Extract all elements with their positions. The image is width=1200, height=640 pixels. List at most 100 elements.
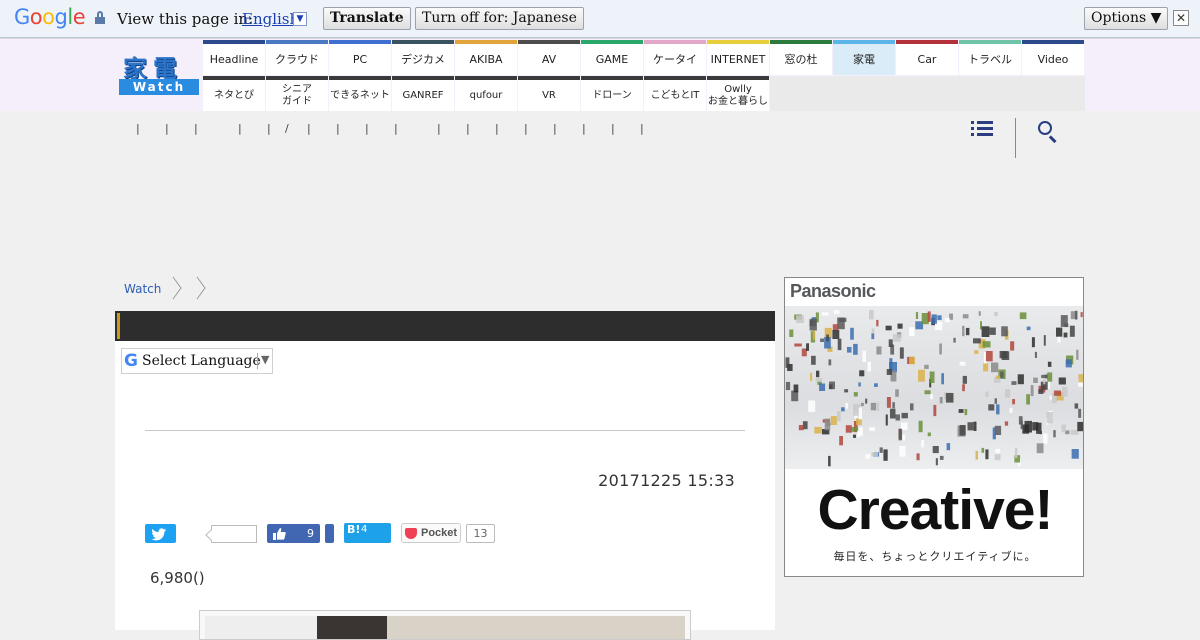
nav-item[interactable]: ケータイ [644,40,706,75]
nav-item[interactable]: できるネット [329,76,391,111]
ad-photo-detail [861,402,864,407]
ad-photo-detail [946,443,951,451]
ad-photo-detail [1038,389,1044,394]
ad-photo-detail [1017,374,1024,385]
twitter-button[interactable] [145,524,176,543]
ad-photo-detail [847,346,852,353]
ad-photo-detail [850,327,854,340]
nav-item[interactable]: AV [518,40,580,75]
ad-photo-detail [973,338,981,344]
menu-icon[interactable] [971,120,993,138]
ad-photo-detail [890,408,896,419]
ad-photo-detail [858,407,862,420]
ad-photo-detail [982,341,991,348]
ad-photo-detail [994,398,997,404]
nav-item[interactable]: GANREF [392,76,454,111]
ad-photo-detail [1065,359,1072,368]
nav-item[interactable]: PC [329,40,391,75]
nav-item[interactable]: Owlly お金と暮らし [707,76,769,111]
ad-photo-detail [828,455,831,467]
ad-photo-detail [999,351,1008,359]
ad-photo-detail [930,394,933,400]
breadcrumb-home[interactable]: Watch [124,282,161,296]
ad-photo-detail [994,312,998,317]
ad-photo-detail [924,364,929,369]
ad-photo-detail [845,425,852,433]
ad-photo-detail [826,422,831,426]
ad-photo-detail [909,327,915,336]
translate-button[interactable]: Translate [323,7,411,30]
nav-item[interactable]: INTERNET [707,40,769,75]
translate-prompt: View this page in: [117,10,254,28]
nav-item[interactable]: ドローン [581,76,643,111]
ad-photo-detail [1005,389,1011,398]
turn-off-button[interactable]: Turn off for: Japanese [415,7,584,30]
pocket-label: Pocket [421,527,458,539]
facebook-like-button[interactable]: 9 [267,524,320,543]
nav-item[interactable]: VR [518,76,580,111]
ad-photo-detail [895,389,899,397]
nav-item[interactable]: 家電 [833,40,895,75]
language-link[interactable]: English [242,10,299,28]
ad-photo-detail [808,400,816,413]
sub-nav-separator: | [466,122,470,135]
lock-icon [95,11,105,24]
article-photo[interactable] [199,610,691,640]
header-divider [1015,118,1016,158]
ad-photo-detail [853,392,858,397]
ad-photo-detail [992,427,996,440]
site-logo[interactable]: 家電 Watch [119,52,199,95]
ad-photo-detail [885,325,892,331]
google-logo: Google [14,5,86,29]
facebook-share-button[interactable] [325,524,334,543]
ad-photo-detail [994,454,1001,461]
nav-item[interactable]: AKIBA [455,40,517,75]
ad-photo-detail [1041,374,1046,378]
pocket-button[interactable]: Pocket [401,523,461,543]
nav-item[interactable]: こどもとIT [644,76,706,111]
nav-item[interactable]: Headline [203,40,265,75]
ad-photo-detail [793,384,799,393]
select-language-dropdown[interactable]: G Select Language ▼ [121,348,273,374]
nav-item[interactable]: Car [896,40,958,75]
search-icon[interactable] [1038,121,1058,143]
ad-photo-detail [876,346,882,355]
nav-item[interactable]: 窓の杜 [770,40,832,75]
nav-item[interactable]: デジカメ [392,40,454,75]
hatena-count: 4 [361,524,368,535]
close-icon[interactable]: ✕ [1173,10,1189,26]
ad-photo-detail [865,454,871,459]
nav-item[interactable]: Video [1022,40,1084,75]
site-header: 家電 Watch Headline クラウド PC デジカメ AKIBA AV GAME ケー… [0,39,1200,111]
hatena-bookmark-button[interactable]: B! 4 [344,523,391,543]
ad-photo-detail [939,343,942,355]
sub-nav-separator: | [336,122,340,135]
nav-item[interactable]: qufour [455,76,517,111]
nav-item[interactable]: シニア ガイド [266,76,328,111]
ad-photo-detail [991,362,999,373]
ad-photo-detail [801,348,807,357]
nav-item[interactable]: クラウド [266,40,328,75]
ad-photo-detail [1070,311,1076,320]
sub-nav: | | | | | / | | | | | | | | | | | | [0,111,1200,151]
nav-item[interactable]: トラベル [959,40,1021,75]
ad-photo-detail [811,355,816,365]
ad-photo-detail [1063,332,1068,338]
ad-photo-detail [1076,349,1079,360]
ad-photo-detail [789,329,794,337]
sub-nav-separator: | [165,122,169,135]
nav-item[interactable]: ネタとぴ [203,76,265,111]
chevron-down-icon[interactable]: ▼ [293,12,307,26]
ad-photo-detail [933,404,937,417]
options-button[interactable]: Options ▼ [1084,7,1169,30]
nav-item[interactable]: GAME [581,40,643,75]
ad-photo-detail [1069,325,1075,337]
ad-photo-detail [1060,315,1068,327]
ad-photo-detail [871,333,875,340]
sidebar-ad[interactable]: Panasonic Creative! 毎日を、ちょっとクリエイティブに。 [784,277,1084,577]
ad-photo-detail [1032,422,1039,431]
ad-photo-detail [1009,407,1013,413]
ad-photo-detail [1039,431,1042,435]
ad-photo-detail [932,446,939,454]
sub-nav-separator: | [611,122,615,135]
